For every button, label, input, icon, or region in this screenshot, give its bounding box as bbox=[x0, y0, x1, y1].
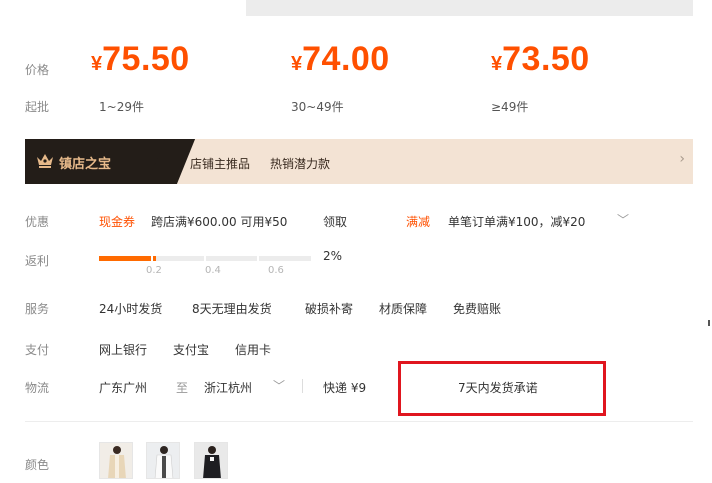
service-item: 材质保障 bbox=[379, 302, 428, 316]
promo-tag: 满减 bbox=[406, 215, 431, 229]
spec-tabs bbox=[0, 0, 712, 16]
crown-icon bbox=[37, 154, 53, 168]
spec-tab-2[interactable] bbox=[246, 0, 471, 16]
white-outfit-thumbnail bbox=[147, 443, 179, 478]
banner-tag-hot-potential: 热销潜力款 bbox=[270, 157, 331, 171]
rebate-tick: 0.4 bbox=[205, 265, 221, 276]
price-tier-3: ¥73.50 bbox=[491, 40, 590, 79]
price-tier-1: ¥75.50 bbox=[91, 40, 190, 79]
payment-item: 网上银行 bbox=[99, 343, 148, 357]
chevron-down-icon[interactable]: ﹀ bbox=[617, 211, 629, 228]
service-item: 24小时发货 bbox=[99, 302, 163, 316]
spec-tab-3[interactable] bbox=[471, 0, 693, 16]
logistics-label: 物流 bbox=[25, 381, 50, 395]
rebate-percent: 2% bbox=[323, 249, 343, 263]
banner-title: 镇店之宝 bbox=[59, 157, 112, 172]
coupon-text: 跨店满¥600.00 可用¥50 bbox=[151, 215, 288, 229]
price-value: 75.50 bbox=[102, 40, 190, 78]
payment-label: 支付 bbox=[25, 343, 50, 357]
service-label: 服务 bbox=[25, 302, 50, 316]
black-outfit-thumbnail bbox=[195, 443, 227, 478]
scrollbar-mark bbox=[708, 320, 710, 326]
discount-label: 优惠 bbox=[25, 215, 50, 229]
rebate-tick: 0.2 bbox=[146, 265, 162, 276]
color-swatch-white[interactable] bbox=[146, 442, 180, 479]
divider bbox=[25, 421, 693, 422]
chevron-down-icon[interactable]: ﹀ bbox=[273, 377, 285, 394]
price-currency: ¥ bbox=[91, 53, 103, 75]
price-currency: ¥ bbox=[291, 53, 303, 75]
payment-item: 支付宝 bbox=[173, 343, 210, 357]
beige-outfit-thumbnail bbox=[100, 443, 132, 478]
express-fee: 快递 ¥9 bbox=[323, 381, 367, 395]
coupon-tag: 现金券 bbox=[99, 215, 136, 229]
rebate-label: 返利 bbox=[25, 254, 50, 268]
highlight-box bbox=[398, 361, 606, 416]
ship-to-word: 至 bbox=[176, 381, 189, 395]
service-item: 破损补寄 bbox=[305, 302, 354, 316]
chevron-right-icon[interactable]: › bbox=[679, 151, 685, 167]
rebate-divider bbox=[204, 256, 206, 261]
color-label: 颜色 bbox=[25, 458, 50, 472]
service-item: 免费赔账 bbox=[453, 302, 502, 316]
ship-from: 广东广州 bbox=[99, 381, 148, 395]
rebate-divider bbox=[257, 256, 259, 261]
price-value: 74.00 bbox=[302, 40, 390, 78]
qty-range-3: ≥49件 bbox=[491, 100, 529, 114]
claim-coupon-link[interactable]: 领取 bbox=[323, 213, 347, 230]
price-currency: ¥ bbox=[491, 53, 503, 75]
min-order-label: 起批 bbox=[25, 100, 50, 114]
rebate-tick: 0.6 bbox=[268, 265, 284, 276]
service-item: 8天无理由发货 bbox=[192, 302, 272, 316]
price-label: 价格 bbox=[25, 63, 50, 77]
color-swatch-black[interactable] bbox=[194, 442, 228, 479]
ship-to-select[interactable]: 浙江杭州 bbox=[204, 379, 252, 396]
banner-tag-main-product: 店铺主推品 bbox=[190, 157, 251, 171]
price-value: 73.50 bbox=[502, 40, 590, 78]
promo-text: 单笔订单满¥100，减¥20 bbox=[448, 215, 586, 229]
rebate-progress-fill bbox=[99, 256, 156, 261]
rebate-divider bbox=[151, 256, 153, 261]
qty-range-1: 1~29件 bbox=[99, 100, 144, 114]
payment-item: 信用卡 bbox=[235, 343, 272, 357]
rebate-progress-bar bbox=[99, 256, 311, 261]
qty-range-2: 30~49件 bbox=[291, 100, 344, 114]
color-swatch-beige[interactable] bbox=[99, 442, 133, 479]
store-treasure-banner[interactable]: 镇店之宝 店铺主推品 热销潜力款 › bbox=[25, 139, 693, 184]
price-tier-2: ¥74.00 bbox=[291, 40, 390, 79]
spec-tab-1[interactable] bbox=[88, 0, 246, 16]
divider bbox=[302, 379, 303, 393]
